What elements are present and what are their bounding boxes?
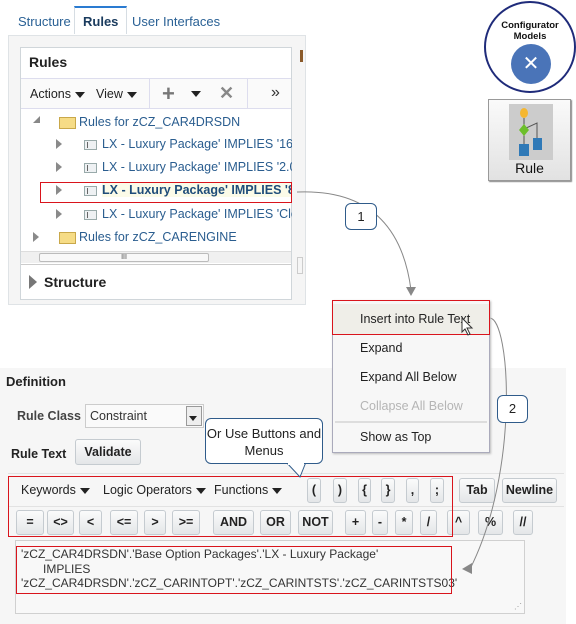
menu-item-collapse-all-below: Collapse All Below	[360, 399, 463, 413]
menu-item-expand-all-below[interactable]: Expand All Below	[333, 364, 489, 390]
mouse-cursor-icon	[461, 317, 474, 336]
menu-separator	[335, 421, 487, 423]
step-2-badge: 2	[497, 395, 528, 423]
menu-item-show-as-top[interactable]: Show as Top	[333, 424, 489, 450]
menu-item-expand[interactable]: Expand	[333, 335, 489, 361]
step-1-badge: 1	[345, 203, 377, 230]
